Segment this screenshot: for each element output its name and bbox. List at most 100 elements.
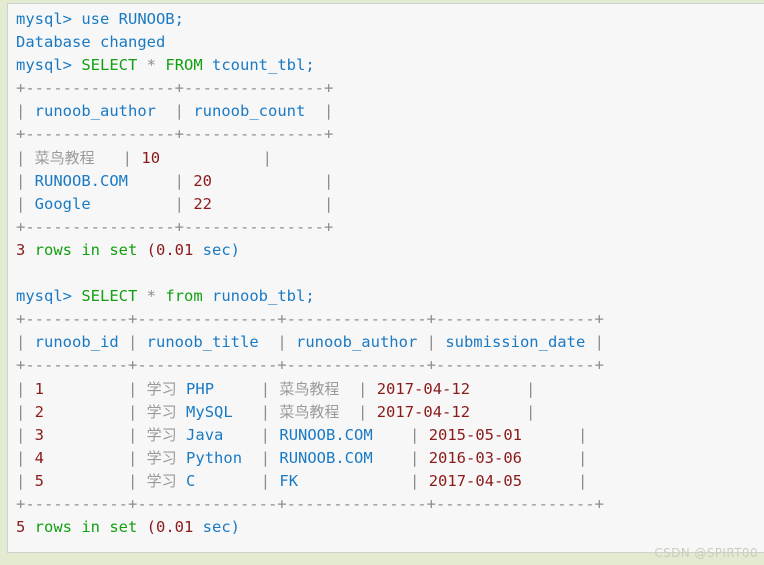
text-segment: tcount_tbl;: [202, 56, 315, 75]
text-segment: runoob_tbl;: [202, 287, 315, 306]
terminal-line-cmd-select-runoob: mysql> SELECT * from runoob_tbl;: [16, 285, 604, 308]
text-segment: FK: [279, 471, 299, 490]
text-segment: |: [44, 448, 147, 467]
text-segment: SELECT: [81, 287, 138, 306]
terminal-line-t1-rule-bot: +----------------+---------------+: [16, 216, 604, 239]
text-segment: 学习: [146, 379, 177, 398]
text-segment: mysql>: [16, 287, 82, 306]
text-segment: |: [16, 379, 35, 398]
text-segment: 5: [16, 518, 26, 537]
text-segment: Python: [186, 448, 243, 467]
text-segment: |: [372, 448, 429, 467]
terminal-line-t2-rule-bot: +-----------+---------------+-----------…: [16, 493, 604, 516]
text-segment: |: [339, 402, 377, 421]
text-segment: 4: [34, 448, 45, 467]
text-segment: |: [522, 471, 588, 490]
text-segment: mysql>: [16, 56, 82, 75]
text-segment: 20: [193, 171, 212, 190]
text-segment: FROM: [165, 56, 203, 75]
text-segment: |: [156, 102, 194, 121]
text-segment: |: [16, 402, 35, 421]
text-segment: (0.01: [146, 518, 194, 537]
text-segment: 2017-04-12: [376, 402, 471, 421]
text-segment: 菜鸟教程: [279, 379, 340, 398]
text-segment: |: [90, 194, 194, 213]
terminal-line-t1-row-2: | RUNOOB.COM | 20 |: [16, 170, 604, 193]
text-segment: 2017-04-05: [428, 471, 523, 490]
text-segment: |: [470, 402, 536, 421]
text-segment: *: [146, 287, 157, 306]
text-segment: |: [522, 448, 588, 467]
text-segment: Google: [34, 194, 91, 213]
text-segment: [177, 426, 186, 444]
text-segment: 学习: [146, 448, 177, 467]
terminal-line-msg-db-changed: Database changed: [16, 31, 604, 54]
terminal-line-t2-rule-top: +-----------+---------------+-----------…: [16, 308, 604, 331]
terminal-line-t2-row-5: | 5 | 学习 C | FK | 2017-04-05 |: [16, 470, 604, 493]
text-segment: |: [16, 425, 35, 444]
text-segment: *: [146, 56, 157, 75]
terminal-line-t2-rule-mid: +-----------+---------------+-----------…: [16, 354, 604, 377]
text-segment: [177, 449, 186, 467]
text-segment: RUNOOB.COM: [34, 171, 128, 190]
text-segment: 2016-03-06: [428, 448, 523, 467]
text-segment: |: [44, 471, 147, 490]
terminal-line-t2-row-3: | 3 | 学习 Java | RUNOOB.COM | 2015-05-01 …: [16, 424, 604, 447]
terminal-line-t2-row-2: | 2 | 学习 MySQL | 菜鸟教程 | 2017-04-12 |: [16, 401, 604, 424]
text-segment: |: [242, 448, 280, 467]
text-segment: |: [16, 194, 35, 213]
text-segment: C: [186, 471, 196, 490]
text-segment: SELECT: [81, 56, 138, 75]
terminal-line-t2-row-1: | 1 | 学习 PHP | 菜鸟教程 | 2017-04-12 |: [16, 378, 604, 401]
text-segment: Java: [186, 425, 224, 444]
text-segment: [177, 380, 186, 398]
text-segment: |: [232, 402, 280, 421]
text-segment: 学习: [146, 402, 177, 421]
terminal-line-t1-row-1: | 菜鸟教程 | 10 |: [16, 147, 604, 170]
terminal-line-blank-1: [16, 262, 604, 285]
terminal-window[interactable]: mysql> use RUNOOB; Database changed mysql>…: [7, 3, 764, 553]
text-segment: |: [212, 171, 334, 190]
text-segment: sec): [193, 240, 241, 259]
text-segment: |: [298, 471, 429, 490]
text-segment: 2017-04-12: [376, 379, 471, 398]
terminal-line-t2-header: | runoob_id | runoob_title | runoob_auth…: [16, 331, 604, 354]
text-segment: +-----------+---------------+-----------…: [16, 494, 604, 513]
text-segment: rows in set: [25, 240, 147, 259]
text-segment: 学习: [146, 425, 177, 444]
terminal-line-t1-rule-top: +----------------+---------------+: [16, 77, 604, 100]
text-segment: |: [16, 333, 35, 352]
text-segment: [177, 403, 186, 421]
text-segment: runoob_title: [146, 333, 259, 352]
text-segment: |: [305, 102, 334, 121]
text-segment: [156, 287, 165, 305]
text-segment: 10: [141, 148, 161, 167]
terminal-line-t1-row-3: | Google | 22 |: [16, 193, 604, 216]
text-segment: mysql> use RUNOOB;: [16, 10, 184, 28]
terminal-line-t2-row-4: | 4 | 学习 Python | RUNOOB.COM | 2016-03-0…: [16, 447, 604, 470]
text-segment: |: [44, 402, 147, 421]
text-segment: 3: [16, 240, 26, 259]
text-segment: PHP: [186, 379, 215, 398]
terminal-line-t2-status: 5 rows in set (0.01 sec): [16, 516, 604, 539]
text-segment: from: [165, 287, 203, 306]
text-segment: 2015-05-01: [428, 425, 523, 444]
terminal-output[interactable]: mysql> use RUNOOB; Database changed mysql>…: [16, 8, 604, 539]
text-segment: |: [212, 194, 334, 213]
text-segment: RUNOOB.COM: [279, 448, 373, 467]
text-segment: |: [223, 425, 280, 444]
text-segment: |: [128, 171, 194, 190]
text-segment: |: [44, 379, 147, 398]
text-segment: |: [94, 148, 142, 167]
text-segment: [16, 264, 25, 282]
watermark-label: CSDN @SPIRT00: [654, 546, 758, 560]
text-segment: Database changed: [16, 33, 166, 52]
text-segment: submission_date: [445, 333, 586, 352]
text-segment: 5: [34, 471, 45, 490]
text-segment: RUNOOB.COM: [279, 425, 373, 444]
text-segment: 1: [34, 379, 45, 398]
text-segment: 22: [193, 194, 212, 213]
text-segment: [177, 472, 186, 490]
text-segment: |: [16, 448, 35, 467]
text-segment: |: [522, 425, 588, 444]
